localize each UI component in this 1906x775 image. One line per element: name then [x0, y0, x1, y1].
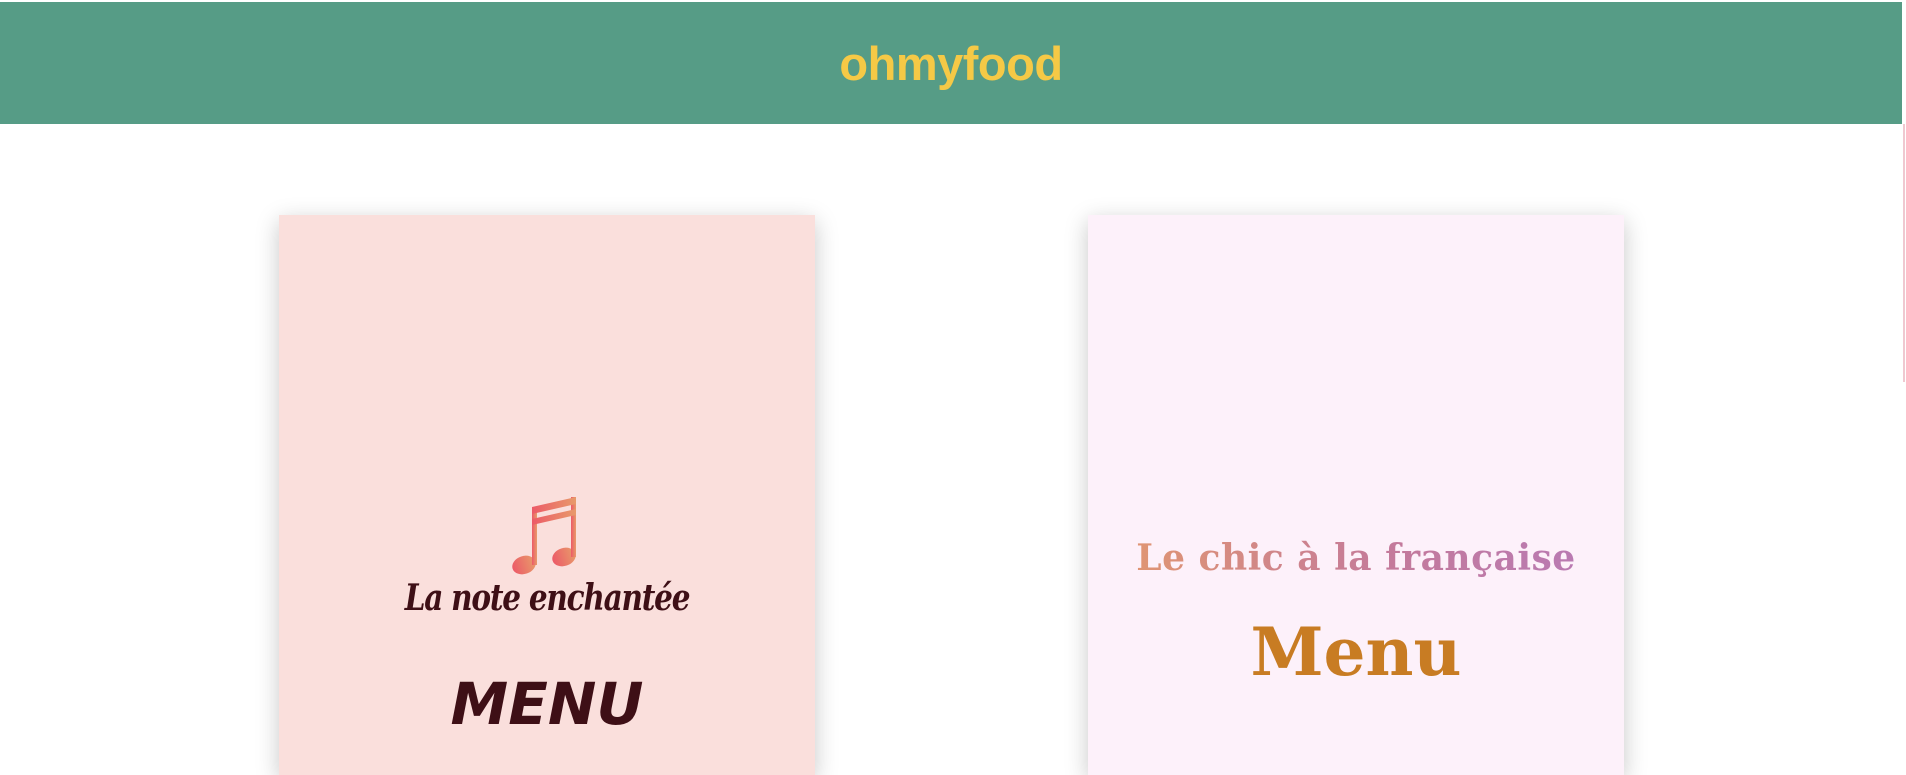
page-edge-divider [1903, 124, 1905, 382]
menu-heading: MENU [450, 670, 644, 738]
menu-card-le-chic-a-la-francaise[interactable]: Le chic à la française Menu [1088, 215, 1624, 775]
menu-card-la-note-enchantee[interactable]: La note enchantée MENU [279, 215, 815, 775]
site-header: ohmyfood [0, 2, 1902, 124]
site-logo[interactable]: ohmyfood [839, 36, 1063, 91]
music-note-icon [512, 497, 576, 575]
restaurant-name: La note enchantée [404, 577, 691, 619]
restaurant-name: Le chic à la française [1088, 537, 1624, 579]
menu-heading: Menu [1250, 613, 1462, 691]
